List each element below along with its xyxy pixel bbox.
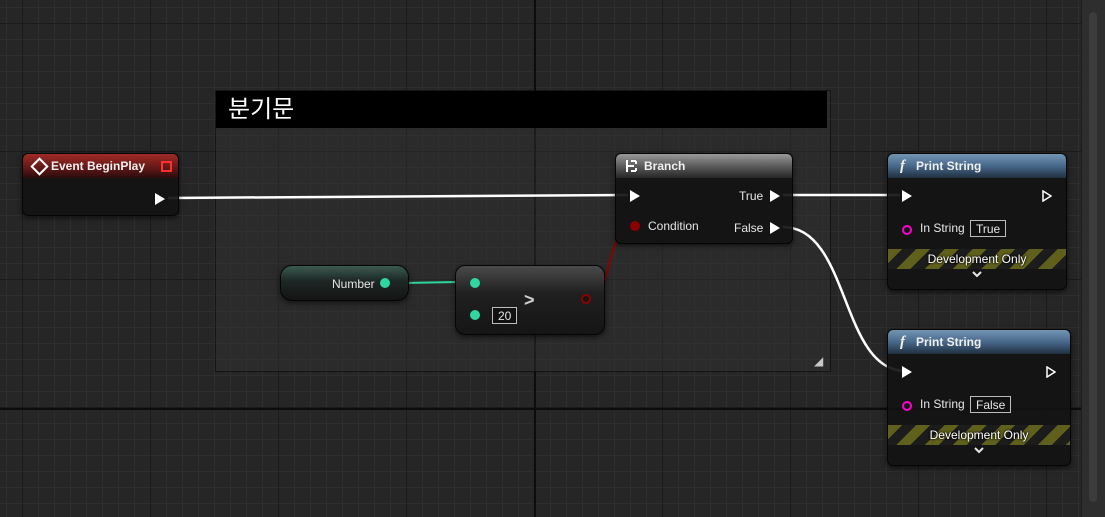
branch-node[interactable]: Branch True Condition False bbox=[615, 153, 793, 244]
print-true-in-string-label: In String bbox=[920, 221, 965, 235]
print-string-true-node[interactable]: f Print String In String True Developmen… bbox=[887, 153, 1067, 290]
development-only-banner: Development Only bbox=[888, 249, 1066, 269]
event-diamond-icon bbox=[30, 157, 49, 176]
compare-input-a-pin[interactable] bbox=[470, 278, 480, 288]
exec-wire-event-to-branch bbox=[167, 193, 629, 200]
print-true-exec-output-pin[interactable] bbox=[1042, 190, 1052, 202]
print-string-true-header: f Print String bbox=[888, 154, 1066, 178]
exec-output-pin[interactable] bbox=[155, 193, 165, 205]
branch-false-label: False bbox=[734, 221, 764, 235]
branch-condition-pin[interactable] bbox=[630, 221, 640, 231]
print-false-string-input[interactable]: False bbox=[970, 396, 1012, 413]
print-false-in-string-label: In String bbox=[920, 397, 965, 411]
print-true-string-input[interactable]: True bbox=[970, 220, 1007, 237]
number-variable-node[interactable]: Number bbox=[280, 265, 409, 301]
number-variable-label: Number bbox=[332, 277, 375, 291]
greater-than-operator: > bbox=[524, 290, 535, 310]
print-string-false-node[interactable]: f Print String In String False Developme… bbox=[887, 329, 1071, 466]
event-beginplay-header: Event BeginPlay bbox=[23, 154, 178, 178]
print-true-exec-input-pin[interactable] bbox=[902, 190, 912, 202]
print-false-exec-output-pin[interactable] bbox=[1046, 366, 1056, 378]
event-beginplay-node[interactable]: Event BeginPlay bbox=[22, 153, 179, 216]
branch-true-pin[interactable] bbox=[770, 190, 780, 202]
event-beginplay-title: Event BeginPlay bbox=[51, 159, 146, 173]
print-false-exec-input-pin[interactable] bbox=[902, 366, 912, 378]
print-string-false-title: Print String bbox=[916, 335, 982, 349]
compare-input-b-pin[interactable] bbox=[470, 310, 480, 320]
branch-condition-label: Condition bbox=[648, 219, 699, 233]
branch-icon bbox=[626, 160, 637, 172]
chevron-down-icon[interactable] bbox=[888, 445, 1070, 457]
chevron-down-icon[interactable] bbox=[888, 269, 1066, 281]
branch-false-pin[interactable] bbox=[770, 222, 780, 234]
number-output-pin[interactable] bbox=[380, 278, 390, 288]
development-only-banner: Development Only bbox=[888, 425, 1070, 445]
print-string-false-header: f Print String bbox=[888, 330, 1070, 354]
branch-header: Branch bbox=[616, 154, 792, 178]
vertical-scrollbar[interactable] bbox=[1081, 0, 1105, 517]
compare-output-pin[interactable] bbox=[581, 294, 591, 304]
print-string-true-title: Print String bbox=[916, 159, 982, 173]
branch-title: Branch bbox=[644, 159, 686, 173]
branch-true-label: True bbox=[739, 189, 764, 203]
greater-than-node[interactable]: 20 > bbox=[455, 265, 605, 335]
print-false-in-string-pin[interactable] bbox=[902, 401, 912, 411]
branch-exec-input-pin[interactable] bbox=[630, 190, 640, 202]
print-true-in-string-pin[interactable] bbox=[902, 225, 912, 235]
function-icon: f bbox=[900, 158, 905, 174]
compare-value-input[interactable]: 20 bbox=[492, 307, 518, 324]
function-icon: f bbox=[900, 334, 905, 350]
delegate-pin[interactable] bbox=[161, 161, 172, 172]
scrollbar-thumb[interactable] bbox=[1089, 12, 1097, 502]
